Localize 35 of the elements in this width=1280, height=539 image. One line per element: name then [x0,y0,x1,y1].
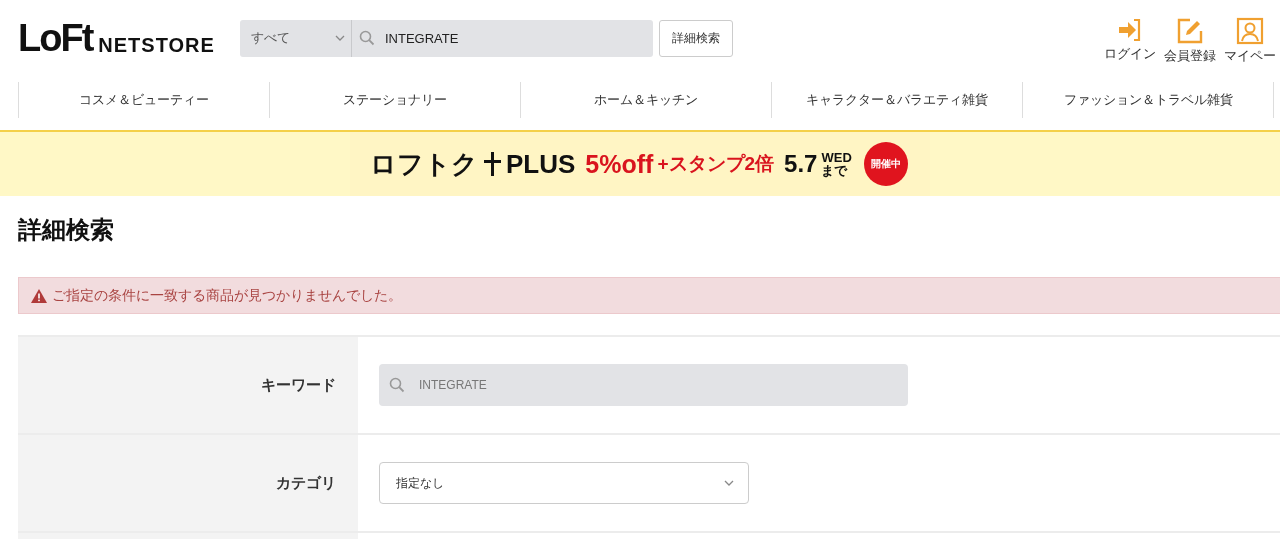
category-tab[interactable]: ファッション＆トラベル雑貨 [1022,82,1273,118]
banner-offer: 5%off [585,149,654,179]
search-field[interactable]: INTEGRATE [352,19,653,57]
category-select[interactable]: 指定なし [379,462,749,504]
edit-icon [1176,17,1204,45]
category-tab[interactable]: コスメ＆ビューティー [18,82,269,118]
user-link[interactable]: 会員登録 [1160,17,1220,65]
login-icon [1117,17,1143,43]
category-tab[interactable]: ホーム＆キッチン [520,82,771,118]
banner-weekday: WED [821,151,852,164]
advanced-search-button[interactable]: 詳細検索 [659,19,733,57]
ongoing-badge: 開催中 [863,142,908,186]
keyword-field[interactable]: INTEGRATE [379,364,908,406]
user-icon [1236,17,1264,45]
page-title: 詳細検索 [18,215,115,245]
banner-plus: PLUS [506,148,576,180]
alert-message: ご指定の条件に一致する商品が見つかりませんでした。 [52,286,402,305]
logo-text: NETSTORE [98,33,215,57]
banner-date: 5.7 [784,150,818,178]
search-icon [359,30,375,46]
banner-until: まで [821,164,849,177]
bonus-text: +スタンプ2倍 [657,152,775,176]
scope-dropdown[interactable]: すべて [240,19,352,57]
form-label: カテゴリ [276,473,336,493]
search-icon [389,377,405,393]
logo[interactable]: LoFt [18,19,93,57]
category-tab[interactable]: キャラクター＆バラエティ雑貨 [771,82,1022,118]
form-label: キーワード [261,375,336,395]
user-link[interactable]: マイペー [1220,17,1280,65]
banner-brand: ロフトク [370,147,478,181]
chevron-icon [335,35,345,41]
chevron-icon [724,480,734,486]
user-link[interactable]: ログイン [1100,17,1160,65]
category-tab[interactable]: ステーショナリー [269,82,520,118]
warning-icon [31,288,47,303]
